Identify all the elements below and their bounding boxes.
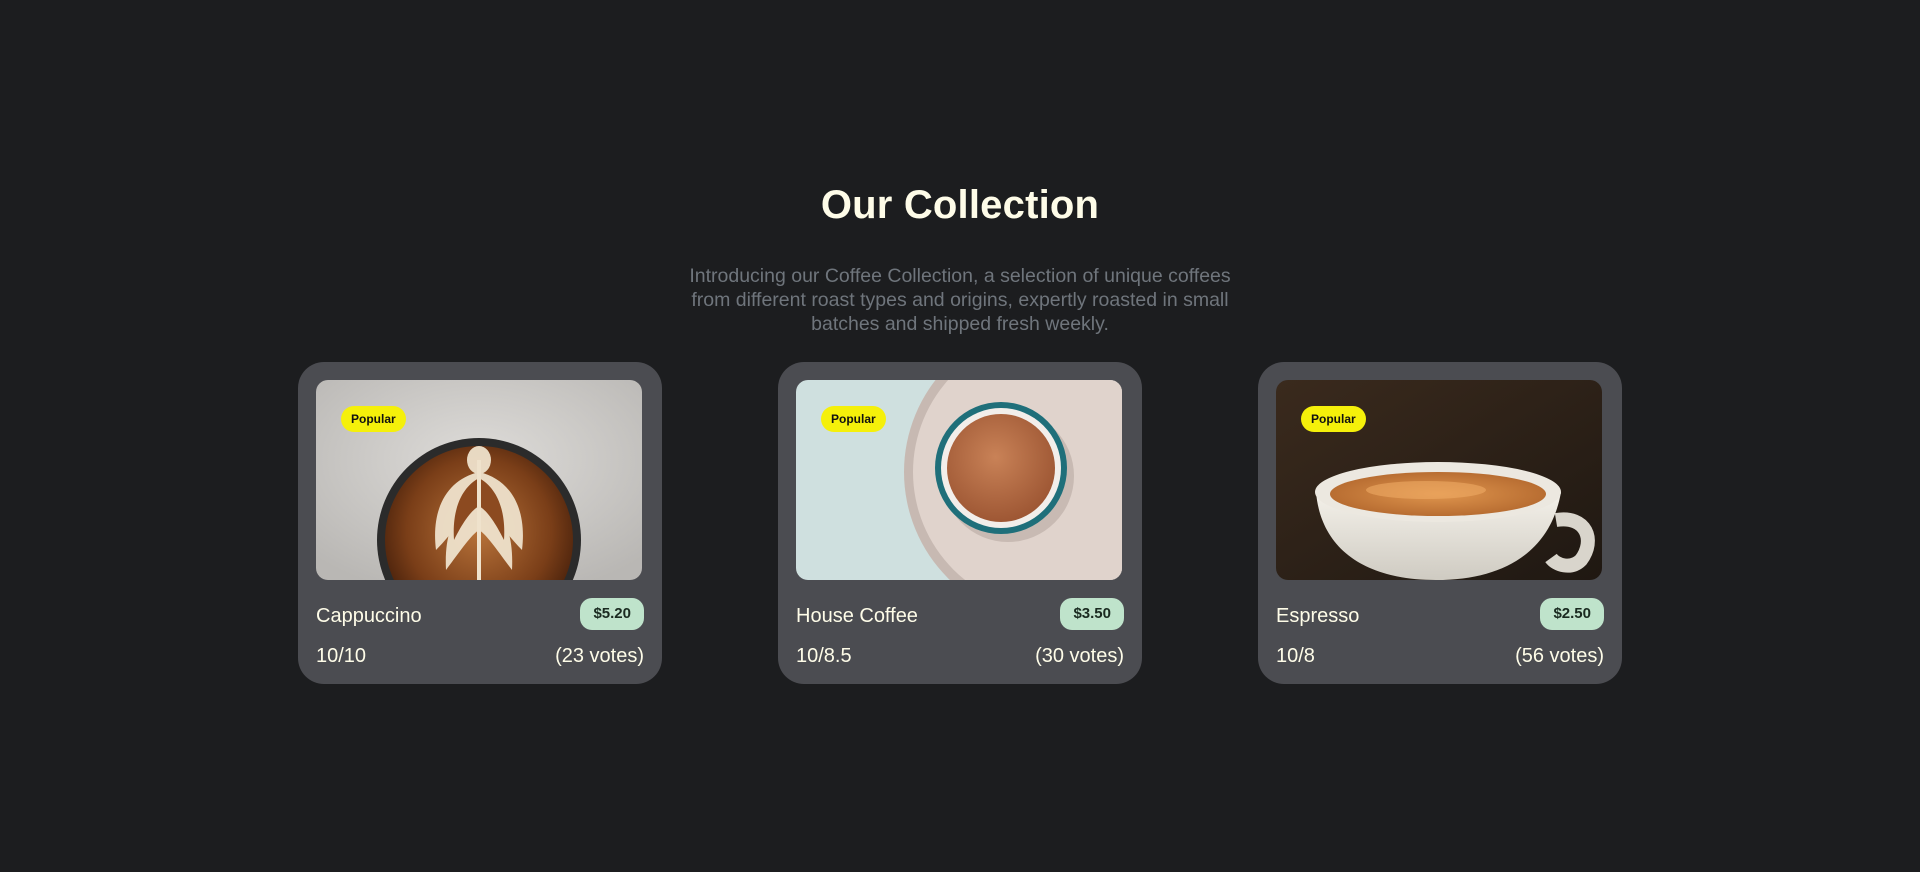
price-badge: $5.20	[580, 598, 644, 630]
product-image[interactable]: Popular	[1276, 380, 1602, 580]
product-card[interactable]: Popular Espresso $2.50 10/8 (56 votes)	[1258, 362, 1622, 684]
product-votes: (56 votes)	[1515, 645, 1604, 667]
section-title: Our Collection	[820, 183, 1100, 227]
product-image[interactable]: Popular	[316, 380, 642, 580]
product-votes: (30 votes)	[1035, 645, 1124, 667]
product-name: Cappuccino	[316, 605, 422, 627]
product-votes: (23 votes)	[555, 645, 644, 667]
product-rating: 10/10	[316, 645, 367, 667]
price-badge: $2.50	[1540, 598, 1604, 630]
product-rating: 10/8.5	[796, 645, 852, 667]
section-description: Introducing our Coffee Collection, a sel…	[689, 265, 1231, 335]
product-rating: 10/8	[1276, 645, 1315, 667]
product-image[interactable]: Popular	[796, 380, 1122, 580]
popular-badge: Popular	[341, 406, 406, 432]
popular-badge: Popular	[1301, 406, 1366, 432]
price-badge: $3.50	[1060, 598, 1124, 630]
product-card[interactable]: Popular Cappuccino $5.20 10/10 (23 votes…	[298, 362, 662, 684]
product-name: Espresso	[1276, 605, 1360, 627]
product-card[interactable]: Popular House Coffee $3.50 10/8.5 (30 vo…	[778, 362, 1142, 684]
product-grid: Popular Cappuccino $5.20 10/10 (23 votes…	[298, 362, 1622, 684]
popular-badge: Popular	[821, 406, 886, 432]
product-name: House Coffee	[796, 605, 918, 627]
collection-page: Our Collection Introducing our Coffee Co…	[0, 0, 1920, 872]
